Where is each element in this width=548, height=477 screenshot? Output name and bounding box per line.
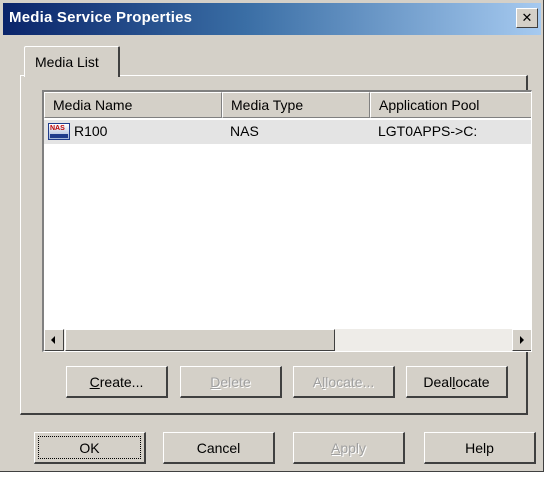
ok-button[interactable]: OK <box>34 432 146 464</box>
column-header-media-name[interactable]: Media Name <box>44 92 222 118</box>
create-button[interactable]: Create... <box>66 366 168 398</box>
media-name-cell: R100 <box>74 123 108 139</box>
delete-button[interactable]: Delete <box>180 366 282 398</box>
cancel-button[interactable]: Cancel <box>163 432 275 464</box>
close-icon: ✕ <box>521 10 533 25</box>
close-button[interactable]: ✕ <box>516 8 538 28</box>
help-button[interactable]: Help <box>424 432 536 464</box>
window-title: Media Service Properties <box>9 9 193 26</box>
table-row[interactable]: NAS R100 NAS LGT0APPS->C: <box>44 120 531 144</box>
scroll-right-button[interactable] <box>512 329 531 351</box>
apply-button[interactable]: Apply <box>293 432 405 464</box>
tab-media-list-label: Media List <box>35 54 99 70</box>
allocate-button[interactable]: Allocate... <box>293 366 395 398</box>
arrow-left-icon <box>51 336 55 344</box>
arrow-right-icon <box>520 336 524 344</box>
title-bar[interactable]: Media Service Properties ✕ <box>3 3 541 35</box>
media-type-cell: NAS <box>230 123 259 139</box>
column-header-media-type[interactable]: Media Type <box>222 92 370 118</box>
scrollbar-thumb[interactable] <box>65 329 335 351</box>
tab-media-list[interactable]: Media List <box>24 46 120 77</box>
deallocate-button[interactable]: Deallocate <box>406 366 508 398</box>
application-pool-cell: LGT0APPS->C: <box>378 123 478 139</box>
nas-media-icon: NAS <box>48 123 70 140</box>
scroll-left-button[interactable] <box>44 329 64 351</box>
column-header-application-pool[interactable]: Application Pool <box>370 92 531 118</box>
media-service-properties-dialog: Media Service Properties ✕ Media List Me… <box>0 0 544 472</box>
media-list-view[interactable]: Media Name Media Type Application Pool N… <box>42 90 532 352</box>
horizontal-scrollbar[interactable] <box>44 329 531 351</box>
